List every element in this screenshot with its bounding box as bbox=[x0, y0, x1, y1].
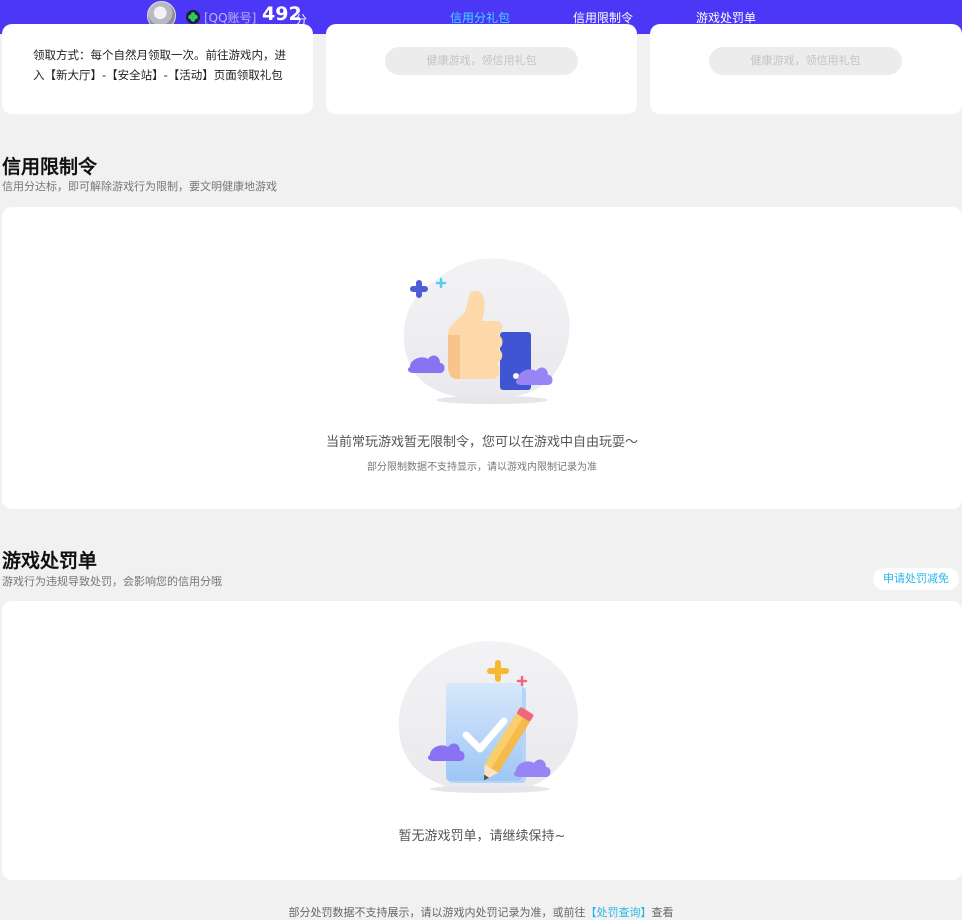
restriction-section-subtitle: 信用分达标，即可解除游戏行为限制，要文明健康地游戏 bbox=[2, 180, 277, 193]
gift-claim-text: 领取方式：每个自然月领取一次。前往游戏内，进入【新大厅】-【安全站】-【活动】页… bbox=[33, 48, 286, 82]
gift-card-claim-info: 领取方式：每个自然月领取一次。前往游戏内，进入【新大厅】-【安全站】-【活动】页… bbox=[2, 24, 313, 114]
thumbs-up-illustration bbox=[403, 258, 570, 404]
restriction-section-title: 信用限制令 bbox=[2, 156, 98, 178]
penalty-footer-note: 部分处罚数据不支持展示，请以游戏内处罚记录为准，或前往【处罚查询】查看 bbox=[0, 904, 962, 920]
penalty-section-subtitle: 游戏行为违规导致处罚，会影响您的信用分哦 bbox=[2, 575, 222, 588]
gift-card: 健康游戏，领信用礼包 bbox=[650, 24, 962, 114]
clover-icon bbox=[186, 10, 200, 24]
footer-text-end: 查看 bbox=[651, 906, 674, 919]
restriction-empty-note: 部分限制数据不支持显示，请以游戏内限制记录为准 bbox=[367, 462, 597, 473]
penalty-card: 暂无游戏罚单，请继续保持~ bbox=[2, 601, 962, 880]
claim-gift-button-disabled[interactable]: 健康游戏，领信用礼包 bbox=[385, 47, 578, 75]
footer-text: 部分处罚数据不支持展示，请以游戏内处罚记录为准，或前往 bbox=[288, 906, 586, 919]
penalty-query-link[interactable]: 【处罚查询】 bbox=[586, 906, 652, 919]
penalty-section-title: 游戏处罚单 bbox=[2, 550, 98, 572]
clipboard-pencil-illustration bbox=[398, 641, 578, 793]
claim-gift-button-disabled[interactable]: 健康游戏，领信用礼包 bbox=[709, 47, 902, 75]
apply-penalty-reduction-button[interactable]: 申请处罚减免 bbox=[873, 568, 959, 590]
restriction-card: 当前常玩游戏暂无限制令，您可以在游戏中自由玩耍～ 部分限制数据不支持显示，请以游… bbox=[2, 207, 962, 509]
gift-card: 健康游戏，领信用礼包 bbox=[326, 24, 637, 114]
penalty-empty-message: 暂无游戏罚单，请继续保持~ bbox=[398, 829, 566, 844]
restriction-empty-message: 当前常玩游戏暂无限制令，您可以在游戏中自由玩耍～ bbox=[325, 435, 638, 450]
